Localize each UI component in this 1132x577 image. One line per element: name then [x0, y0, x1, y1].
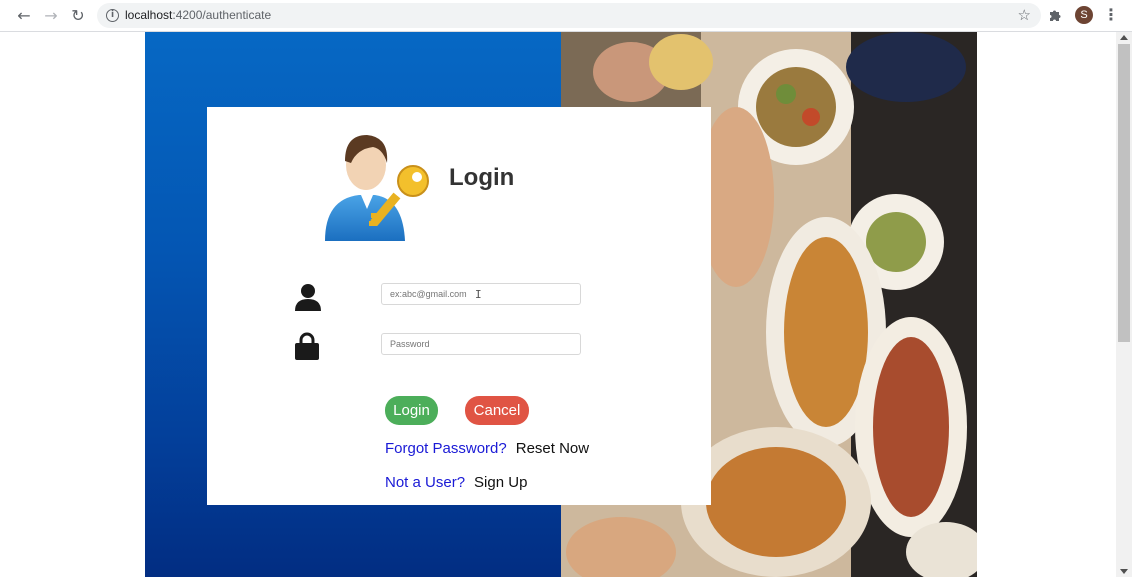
login-card: Login I Login Cancel Forgot Password? Res… — [207, 107, 711, 505]
text-cursor-icon: I — [475, 288, 482, 301]
url-path: :4200/authenticate — [172, 8, 272, 22]
scroll-up-arrow-icon[interactable] — [1120, 35, 1128, 40]
reload-icon[interactable]: ↻ — [68, 6, 88, 26]
login-title: Login — [449, 164, 515, 191]
user-key-illustration — [325, 135, 429, 241]
login-button[interactable]: Login — [385, 396, 438, 425]
profile-avatar[interactable]: S — [1075, 6, 1093, 24]
signup-row: Not a User? Sign Up — [385, 474, 527, 491]
kebab-menu-icon[interactable]: ⋮ — [1103, 5, 1119, 25]
password-input[interactable] — [381, 333, 581, 355]
scroll-down-arrow-icon[interactable] — [1120, 569, 1128, 574]
user-icon — [295, 284, 321, 311]
url-text[interactable]: localhost:4200/authenticate — [125, 8, 271, 22]
extensions-puzzle-icon[interactable] — [1048, 7, 1064, 23]
reset-now-link[interactable]: Reset Now — [516, 440, 589, 457]
browser-toolbar: ← → ↻ i localhost:4200/authenticate ☆ S … — [0, 0, 1132, 32]
forward-arrow-icon[interactable]: → — [41, 6, 61, 26]
forgot-password-row: Forgot Password? Reset Now — [385, 440, 589, 457]
vertical-scrollbar[interactable] — [1116, 32, 1132, 577]
back-arrow-icon[interactable]: ← — [14, 6, 34, 26]
cancel-button[interactable]: Cancel — [465, 396, 529, 425]
not-a-user-label[interactable]: Not a User? — [385, 474, 465, 491]
url-host: localhost — [125, 8, 173, 22]
scrollbar-thumb[interactable] — [1118, 44, 1130, 342]
page-viewport: Login I Login Cancel Forgot Password? Res… — [0, 32, 1116, 577]
forgot-password-label[interactable]: Forgot Password? — [385, 440, 507, 457]
bookmark-star-icon[interactable]: ☆ — [1018, 6, 1031, 24]
lock-icon — [295, 332, 319, 360]
info-icon[interactable]: i — [106, 9, 119, 22]
sign-up-link[interactable]: Sign Up — [474, 474, 527, 491]
address-bar[interactable]: i localhost:4200/authenticate ☆ — [97, 3, 1041, 28]
